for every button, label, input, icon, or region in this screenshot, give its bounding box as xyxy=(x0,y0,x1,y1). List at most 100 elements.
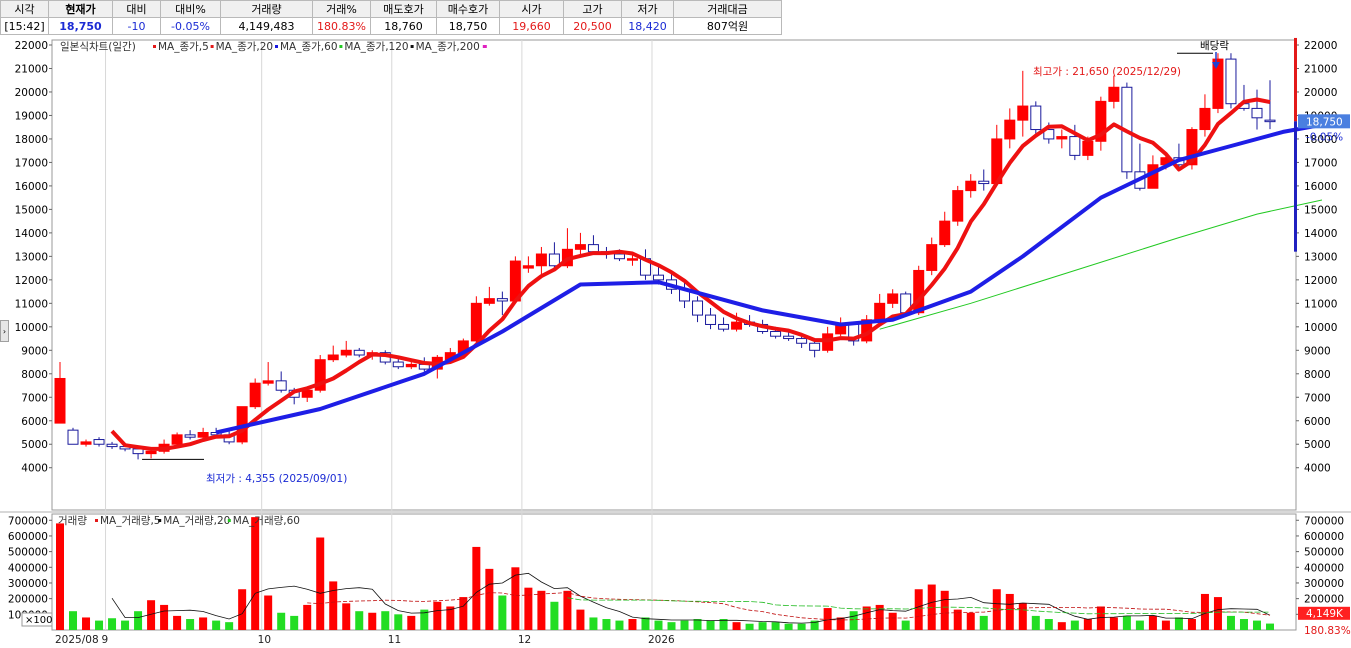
legend-marker xyxy=(275,45,278,48)
volume-bar xyxy=(1109,617,1118,630)
volume-bar xyxy=(641,617,650,630)
volume-bar xyxy=(56,523,64,630)
candle-body xyxy=(301,389,313,398)
candle-body xyxy=(548,253,560,267)
volume-legend-item: MA_거래량,20 xyxy=(163,515,230,527)
candle-body xyxy=(574,244,586,250)
range-indicator-up xyxy=(1294,37,1297,122)
volume-bar xyxy=(277,612,286,630)
stock-chart[interactable]: 4000 4000 5000 5000 6000 6000 7000 7000 8000 8000… xyxy=(0,0,1351,648)
volume-bar xyxy=(1031,615,1040,630)
candle-body xyxy=(939,220,951,246)
volume-bar xyxy=(524,587,533,630)
volume-bar xyxy=(732,622,741,630)
legend-marker xyxy=(158,519,162,522)
volume-bar xyxy=(329,581,338,630)
volume-bar xyxy=(862,606,871,630)
price-tick-label-left: 22000 xyxy=(15,40,48,52)
volume-bar xyxy=(693,619,702,630)
volume-bar xyxy=(459,597,468,630)
volume-bar xyxy=(654,620,663,630)
volume-legend-item: MA_거래량,5 xyxy=(100,515,161,527)
volume-bar xyxy=(1161,620,1170,630)
volume-tick-label-right: 200000 xyxy=(1304,594,1344,606)
candle-body xyxy=(275,380,287,391)
price-tick-label-left: 9000 xyxy=(21,345,48,357)
candle-body xyxy=(93,439,105,445)
volume-bar xyxy=(1200,593,1209,630)
candle-body xyxy=(952,190,964,222)
volume-tick-label-right: 400000 xyxy=(1304,562,1344,574)
volume-bar xyxy=(758,622,767,630)
volume-bar xyxy=(186,619,195,630)
x-axis-label: 11 xyxy=(388,634,401,646)
volume-bar xyxy=(1018,603,1027,630)
volume-bar xyxy=(1083,619,1092,630)
candle-body xyxy=(783,335,795,340)
candle-body xyxy=(587,244,599,253)
volume-bar xyxy=(121,620,130,630)
volume-bar xyxy=(1148,615,1157,630)
price-legend-item: MA_종가,120 xyxy=(344,41,408,53)
volume-bar xyxy=(160,604,169,630)
price-tick-label-right: 10000 xyxy=(1304,322,1337,334)
candle-body xyxy=(1017,105,1029,121)
price-tick-label-right: 16000 xyxy=(1304,181,1337,193)
legend-marker xyxy=(227,519,231,522)
candle-body xyxy=(80,441,92,445)
candle-body xyxy=(470,302,482,342)
panel-toggle-button[interactable]: › xyxy=(0,320,9,342)
price-tick-label-left: 15000 xyxy=(15,204,48,216)
price-tick-label-right: 9000 xyxy=(1304,345,1331,357)
candle-body xyxy=(184,434,196,438)
low-price-annotation: 최저가 : 4,355 (2025/09/01) xyxy=(206,473,347,485)
volume-bar xyxy=(992,589,1001,630)
volume-legend-title: 거래량 xyxy=(58,515,87,527)
volume-bar xyxy=(537,590,546,630)
dividend-label: 배당락 xyxy=(1200,40,1229,52)
candle-body xyxy=(340,349,352,356)
volume-bar xyxy=(472,546,481,630)
volume-tick-label-left: 500000 xyxy=(8,547,48,559)
candle-body xyxy=(249,382,261,408)
candle-body xyxy=(171,434,183,445)
volume-tick-label-right: 700000 xyxy=(1304,515,1344,527)
volume-bar xyxy=(589,617,598,630)
volume-tick-label-left: 300000 xyxy=(8,578,48,590)
volume-bar xyxy=(264,595,273,630)
legend-marker xyxy=(410,45,414,48)
x-axis-label: 12 xyxy=(518,634,531,646)
candle-body xyxy=(1004,119,1016,140)
candle-body xyxy=(626,258,638,261)
volume-bar xyxy=(485,568,494,630)
candle-body xyxy=(262,380,274,384)
volume-bar xyxy=(1187,619,1196,630)
price-tick-label-left: 13000 xyxy=(15,251,48,263)
volume-bar xyxy=(784,623,793,630)
volume-bar xyxy=(615,620,624,630)
candle-body xyxy=(1225,58,1237,105)
volume-bar xyxy=(628,619,637,630)
volume-tick-label-left: 200000 xyxy=(8,594,48,606)
candle-body xyxy=(535,253,547,267)
volume-bar xyxy=(355,611,364,630)
price-tick-label-right: 7000 xyxy=(1304,392,1331,404)
volume-bar xyxy=(888,612,897,630)
candle-body xyxy=(1212,58,1224,109)
candle-body xyxy=(926,244,938,271)
legend-marker xyxy=(95,519,98,522)
price-tick-label-left: 12000 xyxy=(15,275,48,287)
volume-tick-label-right: 300000 xyxy=(1304,578,1344,590)
candle-body xyxy=(796,338,808,344)
volume-bar xyxy=(82,617,91,630)
high-price-annotation: 최고가 : 21,650 (2025/12/29) xyxy=(1033,66,1181,78)
candle-body xyxy=(106,443,118,448)
price-tick-label-left: 17000 xyxy=(15,157,48,169)
candle-body xyxy=(809,342,821,351)
price-tick-label-left: 11000 xyxy=(15,298,48,310)
price-tick-label-left: 21000 xyxy=(15,63,48,75)
volume-bar xyxy=(745,623,754,630)
volume-bar xyxy=(940,590,949,630)
volume-bar xyxy=(667,622,676,630)
x-axis-label: 2025/08 xyxy=(55,634,99,646)
